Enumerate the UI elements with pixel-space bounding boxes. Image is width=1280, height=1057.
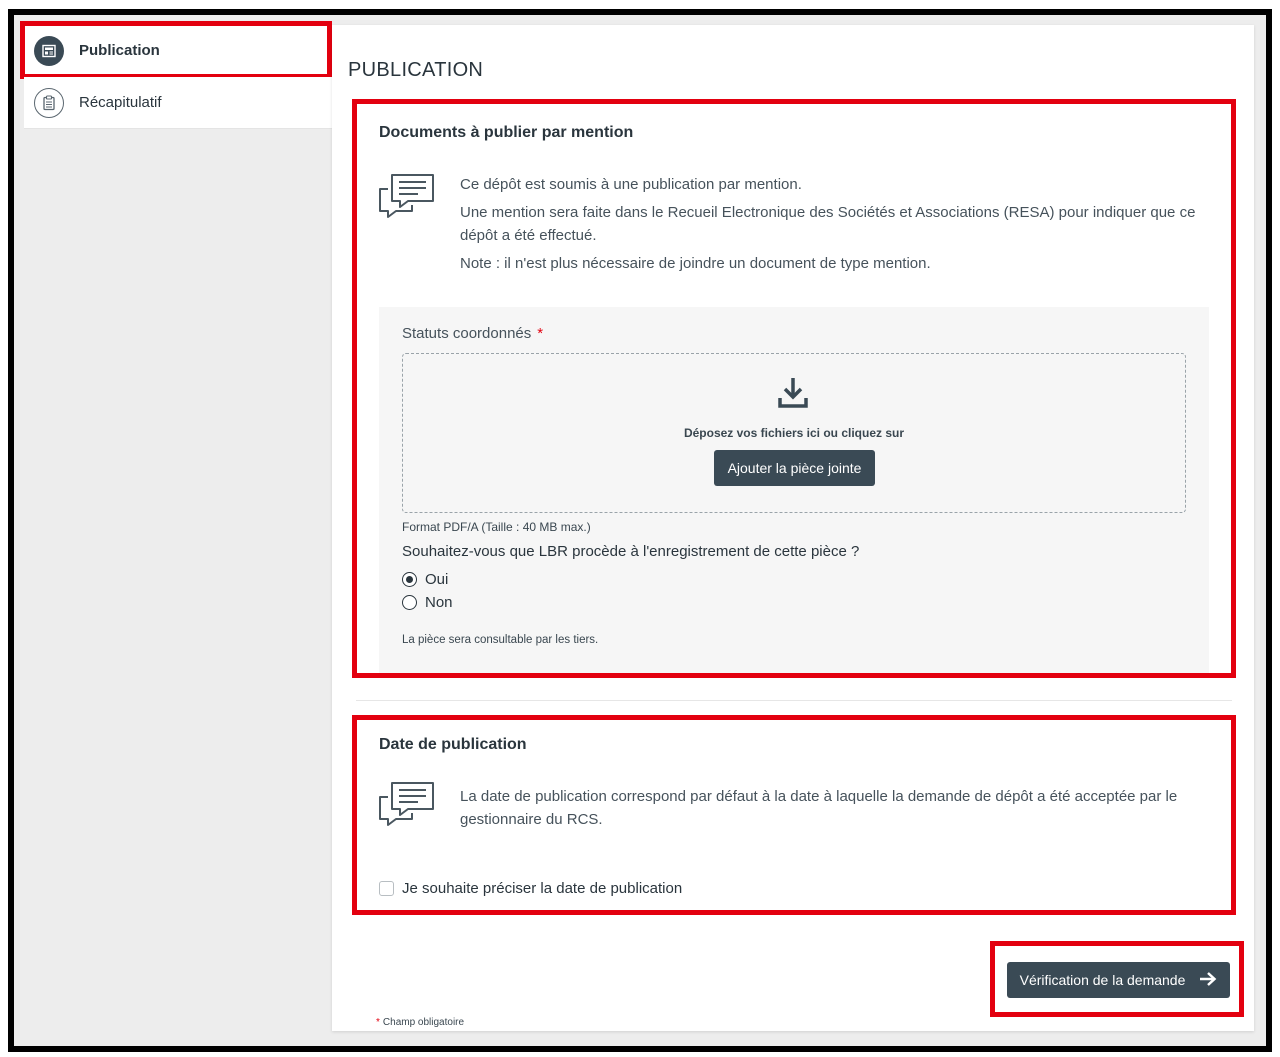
arrow-right-icon bbox=[1199, 971, 1217, 990]
file-dropzone[interactable]: Déposez vos fichiers ici ou cliquez sur … bbox=[402, 353, 1186, 513]
sidebar: Publication Récapitulatif bbox=[20, 21, 334, 129]
newspaper-icon bbox=[34, 35, 64, 66]
clipboard-icon bbox=[34, 87, 64, 118]
app-frame: Publication Récapitulatif PUBLICATION Do… bbox=[8, 9, 1272, 1052]
button-label: Vérification de la demande bbox=[1019, 972, 1186, 988]
info-line: Note : il n'est plus nécessaire de joind… bbox=[460, 255, 931, 272]
radio-button[interactable] bbox=[402, 595, 417, 610]
required-note-text: Champ obligatoire bbox=[382, 1017, 465, 1028]
sidebar-item-label: Récapitulatif bbox=[79, 94, 162, 111]
chat-bubbles-icon bbox=[378, 173, 436, 224]
specify-date-checkbox-row[interactable]: Je souhaite préciser la date de publicat… bbox=[379, 880, 682, 897]
documents-section: Documents à publier par mention Ce dépôt… bbox=[356, 103, 1232, 701]
sidebar-item-label: Publication bbox=[79, 42, 160, 59]
main-panel: PUBLICATION Documents à publier par ment… bbox=[332, 25, 1254, 1031]
registration-question: Souhaitez-vous que LBR procède à l'enreg… bbox=[402, 543, 860, 560]
format-note: Format PDF/A (Taille : 40 MB max.) bbox=[402, 520, 591, 534]
chat-bubbles-icon bbox=[378, 781, 436, 832]
section-title: Date de publication bbox=[379, 736, 527, 753]
specify-date-checkbox[interactable] bbox=[379, 881, 394, 896]
page-title: PUBLICATION bbox=[348, 59, 484, 81]
sidebar-item-publication[interactable]: Publication bbox=[20, 21, 334, 79]
checkbox-label: Je souhaite préciser la date de publicat… bbox=[402, 880, 683, 897]
verify-request-button[interactable]: Vérification de la demande bbox=[1007, 962, 1230, 998]
sidebar-item-recapitulatif[interactable]: Récapitulatif bbox=[24, 77, 334, 129]
add-attachment-button[interactable]: Ajouter la pièce jointe bbox=[714, 450, 875, 486]
info-text: La date de publication correspond par dé… bbox=[460, 788, 1178, 828]
consult-note: La pièce sera consultable par les tiers. bbox=[402, 634, 599, 646]
date-section: Date de publication La date de publicati… bbox=[356, 719, 1232, 911]
field-label-text: Statuts coordonnés bbox=[402, 325, 532, 342]
required-mark: * bbox=[537, 325, 544, 342]
highlight-box bbox=[20, 21, 332, 79]
radio-non[interactable]: Non bbox=[402, 594, 453, 611]
radio-button-checked[interactable] bbox=[402, 572, 417, 587]
required-mark: * bbox=[376, 1017, 380, 1028]
radio-oui[interactable]: Oui bbox=[402, 571, 448, 588]
dropzone-text: Déposez vos fichiers ici ou cliquez sur bbox=[683, 426, 905, 440]
radio-label: Non bbox=[425, 594, 453, 611]
info-line: Ce dépôt est soumis à une publication pa… bbox=[460, 176, 802, 193]
upload-panel: Statuts coordonnés * Déposez vos fichiers… bbox=[379, 307, 1209, 677]
radio-label: Oui bbox=[425, 571, 449, 588]
download-icon bbox=[777, 376, 809, 415]
required-field-note: * Champ obligatoire bbox=[376, 1017, 464, 1028]
info-text: Ce dépôt est soumis à une publication pa… bbox=[460, 173, 1205, 280]
field-label: Statuts coordonnés * bbox=[402, 325, 543, 342]
section-title: Documents à publier par mention bbox=[379, 124, 634, 141]
info-line: Une mention sera faite dans le Recueil E… bbox=[460, 204, 1196, 244]
